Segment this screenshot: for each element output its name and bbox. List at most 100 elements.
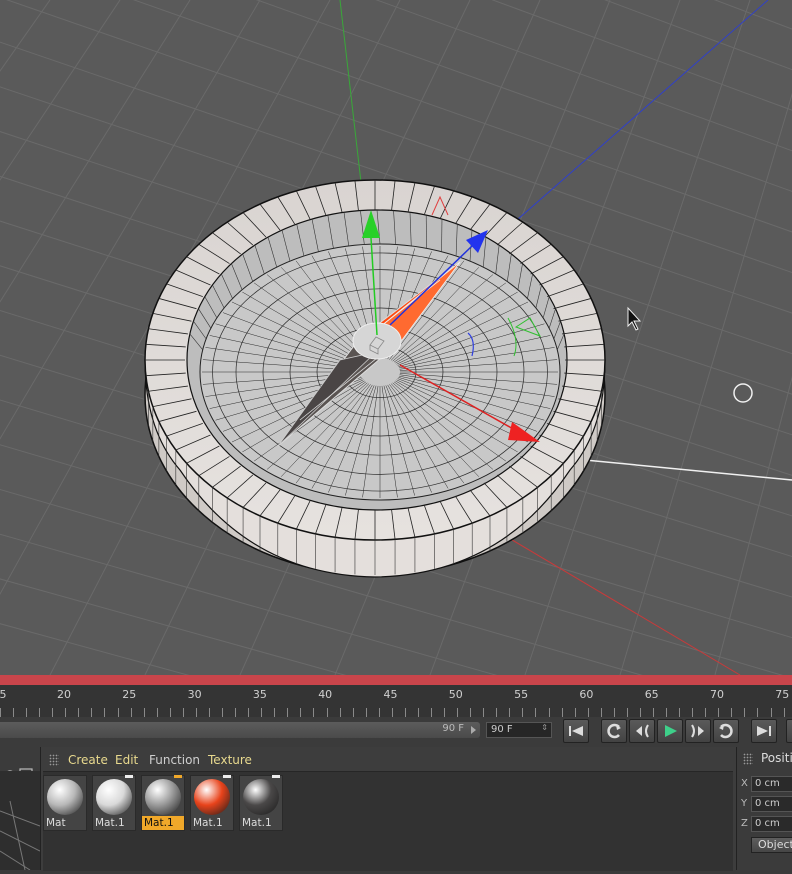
timeline-tick: [52, 708, 53, 717]
timeline-tick: [353, 708, 354, 717]
current-frame-label: 90 F: [442, 723, 464, 734]
timeline-tick: [784, 708, 785, 717]
timeline-tick: [379, 708, 380, 717]
timeline-tick: [483, 708, 484, 717]
timeline-tick: [327, 708, 328, 717]
next-key-button[interactable]: [713, 719, 739, 743]
timeline-tick: [78, 708, 79, 717]
timeline-tick-label: 55: [514, 688, 528, 701]
timeline-tick: [640, 708, 641, 717]
timeline-tick: [509, 708, 510, 717]
timeline-tick: [274, 708, 275, 717]
previous-frame-icon: [634, 724, 650, 738]
left-panel-tools[interactable]: [0, 747, 40, 771]
timeline-tick: [287, 708, 288, 717]
viewport-scene[interactable]: [0, 0, 792, 675]
timeline-tick: [65, 708, 66, 717]
go-to-start-button[interactable]: [563, 719, 589, 743]
position-title: Position: [761, 751, 792, 765]
material-swatch[interactable]: Mat.1: [239, 775, 283, 831]
material-manager-area: Create Edit Function Texture Mat Mat.1 M…: [0, 747, 792, 870]
timeline-tick: [653, 708, 654, 717]
transport-bar: 90 F 90 F ⇕: [0, 717, 792, 747]
menu-function[interactable]: Function: [149, 753, 200, 767]
coordinates-panel: Position X 0 cm Y 0 cm Z 0 cm Object: [736, 747, 792, 870]
next-frame-button[interactable]: [685, 719, 711, 743]
timeline-tick: [313, 708, 314, 717]
timeline-tick: [679, 708, 680, 717]
timeline-tick: [470, 708, 471, 717]
material-list: Mat Mat.1 Mat.1 Mat.1 Mat.1: [43, 771, 733, 871]
menu-texture[interactable]: Texture: [208, 753, 252, 767]
timeline-tick: [431, 708, 432, 717]
material-flag: [272, 775, 280, 778]
menu-create[interactable]: Create: [68, 753, 108, 767]
timeline-tick-label: 50: [449, 688, 463, 701]
play-icon: [662, 724, 678, 738]
spinner-icon[interactable]: ⇕: [541, 723, 548, 732]
timeline-tick: [757, 708, 758, 717]
timeline-tick: [144, 708, 145, 717]
timeline-tick: [157, 708, 158, 717]
timeline-tick: [366, 708, 367, 717]
light-line: [585, 460, 792, 480]
timeline-tick: [340, 708, 341, 717]
timeline-tick: [170, 708, 171, 717]
timeline-tick: [627, 708, 628, 717]
timeline-tick: [0, 708, 1, 717]
3d-viewport[interactable]: [0, 0, 792, 675]
timeline-tick-label: 35: [253, 688, 267, 701]
slider-arrow-icon[interactable]: [471, 726, 476, 734]
timeline-tick: [731, 708, 732, 717]
timeline-tick: [248, 708, 249, 717]
panel-grip-icon[interactable]: [49, 754, 59, 766]
menu-edit[interactable]: Edit: [115, 753, 138, 767]
floor-grid-line: [0, 565, 792, 675]
left-panel: [0, 747, 41, 870]
timeline-tick: [235, 708, 236, 717]
timeline-tick: [535, 708, 536, 717]
compass-object[interactable]: [145, 180, 605, 577]
object-mode-button[interactable]: Object: [751, 837, 792, 853]
floor-grid-line: [715, 0, 792, 675]
time-slider[interactable]: 90 F: [0, 722, 480, 738]
timeline-ruler[interactable]: 5202530354045505560657075: [0, 685, 792, 717]
previous-key-button[interactable]: [601, 719, 627, 743]
end-frame-field[interactable]: 90 F ⇕: [486, 722, 552, 738]
material-swatch[interactable]: Mat.1: [92, 775, 136, 831]
timeline-tick-label: 20: [57, 688, 71, 701]
x-position-field[interactable]: 0 cm: [751, 776, 792, 792]
material-flag: [223, 775, 231, 778]
play-button[interactable]: [657, 719, 683, 743]
timeline-tick: [261, 708, 262, 717]
material-swatch[interactable]: Mat: [43, 775, 87, 831]
floor-grid-line: [0, 0, 792, 110]
panel-grip-icon[interactable]: [743, 753, 753, 765]
go-to-end-button[interactable]: [751, 719, 777, 743]
material-swatch[interactable]: Mat.1: [141, 775, 185, 831]
next-key-icon: [718, 723, 734, 739]
material-swatch[interactable]: Mat.1: [190, 775, 234, 831]
previous-key-icon: [606, 723, 622, 739]
timeline-tick-label: 65: [645, 688, 659, 701]
material-flag: [174, 775, 182, 778]
y-position-field[interactable]: 0 cm: [751, 796, 792, 812]
mini-viewport[interactable]: [0, 771, 40, 870]
timeline-tick-label: 30: [188, 688, 202, 701]
material-preview: [194, 779, 230, 815]
transport-overflow-button[interactable]: [786, 719, 792, 743]
z-position-field[interactable]: 0 cm: [751, 816, 792, 832]
previous-frame-button[interactable]: [629, 719, 655, 743]
timeline-tick: [444, 708, 445, 717]
timeline-tick: [209, 708, 210, 717]
floor-grid-line: [0, 610, 792, 675]
timeline-tick: [601, 708, 602, 717]
timeline-tick: [457, 708, 458, 717]
timeline-tick: [13, 708, 14, 717]
timeline-tick: [392, 708, 393, 717]
timeline-tick: [131, 708, 132, 717]
timeline-tick: [692, 708, 693, 717]
timeline-tick: [614, 708, 615, 717]
light-object-icon[interactable]: [734, 384, 752, 402]
left-panel-header: [0, 747, 40, 771]
